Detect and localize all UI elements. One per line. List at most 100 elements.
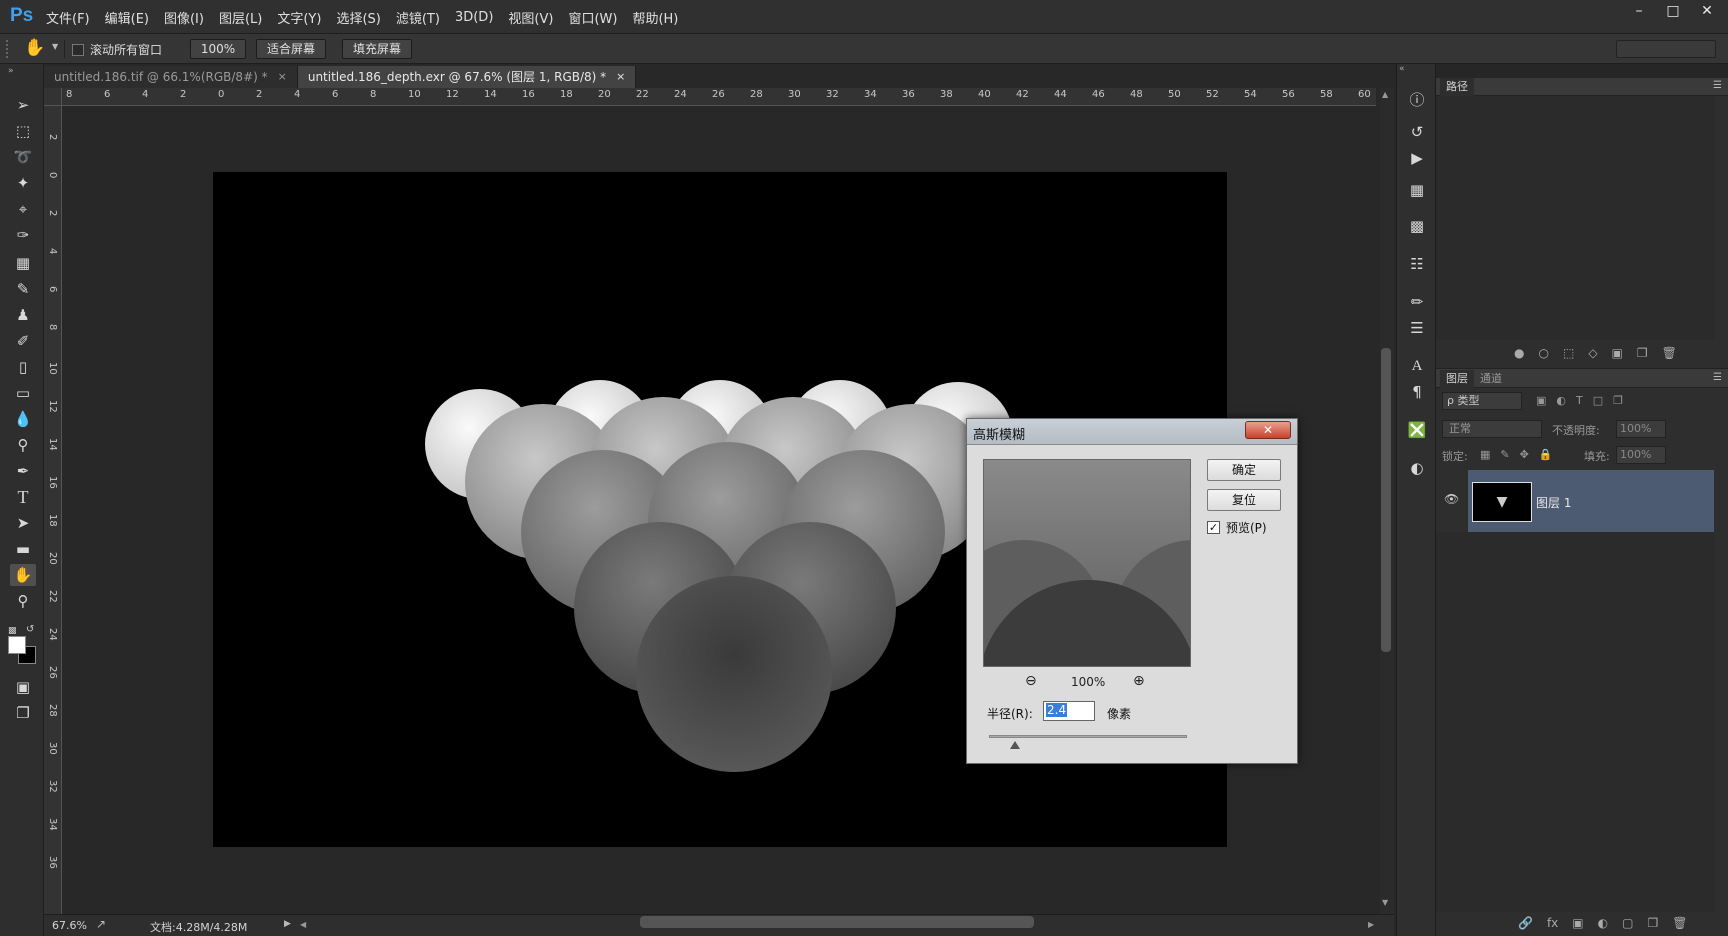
brush-settings-icon[interactable]: ☰: [1406, 318, 1428, 338]
lasso-tool-icon[interactable]: ➰: [10, 146, 36, 168]
marquee-tool-icon[interactable]: ⬚: [10, 120, 36, 142]
minimize-icon[interactable]: –: [1624, 2, 1654, 20]
horizontal-ruler[interactable]: 8 6 4 2 0 2 4 6 8 10 12 14 16 18 20 22 24 26 28 30 32 34 36 38 4…: [62, 88, 1376, 106]
menu-file[interactable]: 文件(F): [46, 8, 90, 27]
tab-paths[interactable]: 路径: [1440, 78, 1474, 96]
filter-pixel-icon[interactable]: ▣: [1536, 394, 1546, 407]
move-tool-icon[interactable]: ➢: [10, 94, 36, 116]
lock-position-icon[interactable]: ✥: [1520, 448, 1529, 461]
reset-button[interactable]: 复位: [1207, 489, 1281, 511]
lock-transparency-icon[interactable]: ▦: [1480, 448, 1490, 461]
dialog-titlebar[interactable]: 高斯模糊 ✕: [967, 419, 1297, 445]
zoom-in-icon[interactable]: ⊕: [1133, 673, 1145, 689]
scroll-right-icon[interactable]: ▶: [1368, 920, 1374, 929]
fit-screen-button[interactable]: 适合屏幕: [256, 39, 327, 59]
layer-name[interactable]: 图层 1: [1536, 494, 1571, 511]
adjustment-layer-icon[interactable]: ◐: [1598, 916, 1608, 930]
new-group-icon[interactable]: ▢: [1622, 916, 1633, 930]
load-selection-icon[interactable]: ⬚: [1563, 346, 1574, 360]
tool-preset-chevron-icon[interactable]: ▼: [52, 42, 58, 51]
hand-tool-icon[interactable]: ✋: [24, 38, 45, 58]
delete-layer-icon[interactable]: 🗑: [1672, 916, 1687, 930]
scroll-all-checkbox[interactable]: [72, 43, 84, 56]
zoom-tool-icon[interactable]: ⚲: [10, 590, 36, 612]
brush-presets-icon[interactable]: ✏: [1406, 292, 1428, 312]
zoom-out-icon[interactable]: ⊖: [1025, 673, 1037, 689]
history-icon[interactable]: ↺: [1406, 122, 1428, 142]
dialog-close-icon[interactable]: ✕: [1245, 421, 1291, 439]
info-icon[interactable]: ⓘ: [1406, 90, 1428, 110]
swap-colors-icon[interactable]: ↺: [26, 624, 34, 635]
ruler-origin[interactable]: [44, 88, 62, 106]
zoom-100-button[interactable]: 100%: [190, 39, 246, 59]
pen-tool-icon[interactable]: ✒: [10, 460, 36, 482]
new-path-icon[interactable]: ❐: [1637, 346, 1648, 360]
horizontal-scroll-thumb[interactable]: [640, 916, 1034, 928]
paths-list[interactable]: [1436, 96, 1714, 340]
path-selection-tool-icon[interactable]: ➤: [10, 512, 36, 534]
layer-filter-select[interactable]: ρ 类型: [1442, 392, 1522, 410]
link-layers-icon[interactable]: 🔗: [1518, 916, 1533, 930]
vertical-ruler[interactable]: 2 0 2 4 6 8 10 12 14 16 18 20 22 24 26 28 30 32 34 36: [44, 106, 62, 914]
add-mask-icon[interactable]: ▣: [1572, 916, 1583, 930]
actions-play-icon[interactable]: ▶: [1406, 148, 1428, 168]
fill-input[interactable]: 100%: [1616, 446, 1666, 464]
magic-wand-tool-icon[interactable]: ✦: [10, 172, 36, 194]
export-icon[interactable]: ↗: [96, 917, 106, 931]
visibility-eye-icon[interactable]: 👁: [1444, 492, 1459, 506]
menu-3d[interactable]: 3D(D): [455, 10, 493, 25]
maximize-icon[interactable]: □: [1658, 2, 1688, 20]
swatches-grid-icon[interactable]: ▦: [1406, 180, 1428, 200]
opacity-input[interactable]: 100%: [1616, 420, 1666, 438]
crop-tool-icon[interactable]: ⌖: [10, 198, 36, 220]
hand-tool-icon[interactable]: ✋: [10, 564, 36, 586]
gradient-tool-icon[interactable]: ▭: [10, 382, 36, 404]
panel-menu-icon[interactable]: ☰: [1713, 80, 1722, 91]
blur-preview[interactable]: [983, 459, 1191, 667]
paragraph-icon[interactable]: ¶: [1406, 382, 1428, 402]
menu-layer[interactable]: 图层(L): [219, 8, 262, 27]
menu-select[interactable]: 选择(S): [336, 8, 380, 27]
zoom-readout[interactable]: 67.6%: [52, 919, 87, 932]
radius-input[interactable]: 2.4: [1043, 701, 1095, 721]
filter-adjustment-icon[interactable]: ◐: [1556, 394, 1566, 407]
status-menu-arrow-icon[interactable]: ▶: [284, 919, 291, 929]
ok-button[interactable]: 确定: [1207, 459, 1281, 481]
new-layer-icon[interactable]: ❐: [1647, 916, 1658, 930]
delete-path-icon[interactable]: 🗑: [1662, 346, 1677, 360]
menu-image[interactable]: 图像(I): [164, 8, 204, 27]
quick-mask-icon[interactable]: ▣: [10, 676, 36, 698]
filter-smart-icon[interactable]: ❐: [1613, 394, 1623, 407]
add-mask-icon[interactable]: ▣: [1612, 346, 1623, 360]
lock-pixels-icon[interactable]: ✎: [1500, 448, 1509, 461]
blur-tool-icon[interactable]: 💧: [10, 408, 36, 430]
rectangle-tool-icon[interactable]: ▬: [10, 538, 36, 560]
brush-tool-icon[interactable]: ✎: [10, 278, 36, 300]
eyedropper-tool-icon[interactable]: ✑: [10, 224, 36, 246]
foreground-color-swatch[interactable]: [8, 636, 26, 654]
layer-row[interactable]: 👁 ▼ 图层 1: [1436, 470, 1714, 532]
scroll-down-icon[interactable]: ▼: [1382, 898, 1388, 907]
tab-layers[interactable]: 图层: [1440, 370, 1474, 388]
fill-path-icon[interactable]: ●: [1514, 346, 1524, 360]
radius-slider-track[interactable]: [989, 735, 1187, 738]
stroke-path-icon[interactable]: ○: [1538, 346, 1548, 360]
fill-screen-button[interactable]: 填充屏幕: [342, 39, 413, 59]
type-tool-icon[interactable]: T: [10, 486, 36, 508]
stamp-tool-icon[interactable]: ♟: [10, 304, 36, 326]
close-icon[interactable]: ✕: [1692, 2, 1722, 20]
character-icon[interactable]: A: [1406, 356, 1428, 376]
lock-all-icon[interactable]: 🔒: [1539, 448, 1553, 461]
menu-help[interactable]: 帮助(H): [632, 8, 678, 27]
menu-view[interactable]: 视图(V): [508, 8, 553, 27]
radius-slider-thumb[interactable]: [1009, 741, 1020, 749]
3d-cube-icon[interactable]: ❎: [1406, 420, 1428, 440]
tab-doc-tif[interactable]: untitled.186.tif @ 66.1%(RGB/8#) * ×: [44, 66, 298, 88]
history-brush-tool-icon[interactable]: ✐: [10, 330, 36, 352]
tab-channels[interactable]: 通道: [1474, 370, 1508, 388]
menu-type[interactable]: 文字(Y): [277, 8, 321, 27]
scroll-left-icon[interactable]: ◀: [300, 920, 306, 929]
healing-brush-tool-icon[interactable]: ▦: [10, 252, 36, 274]
scroll-up-icon[interactable]: ▲: [1382, 90, 1388, 99]
menu-window[interactable]: 窗口(W): [568, 8, 617, 27]
